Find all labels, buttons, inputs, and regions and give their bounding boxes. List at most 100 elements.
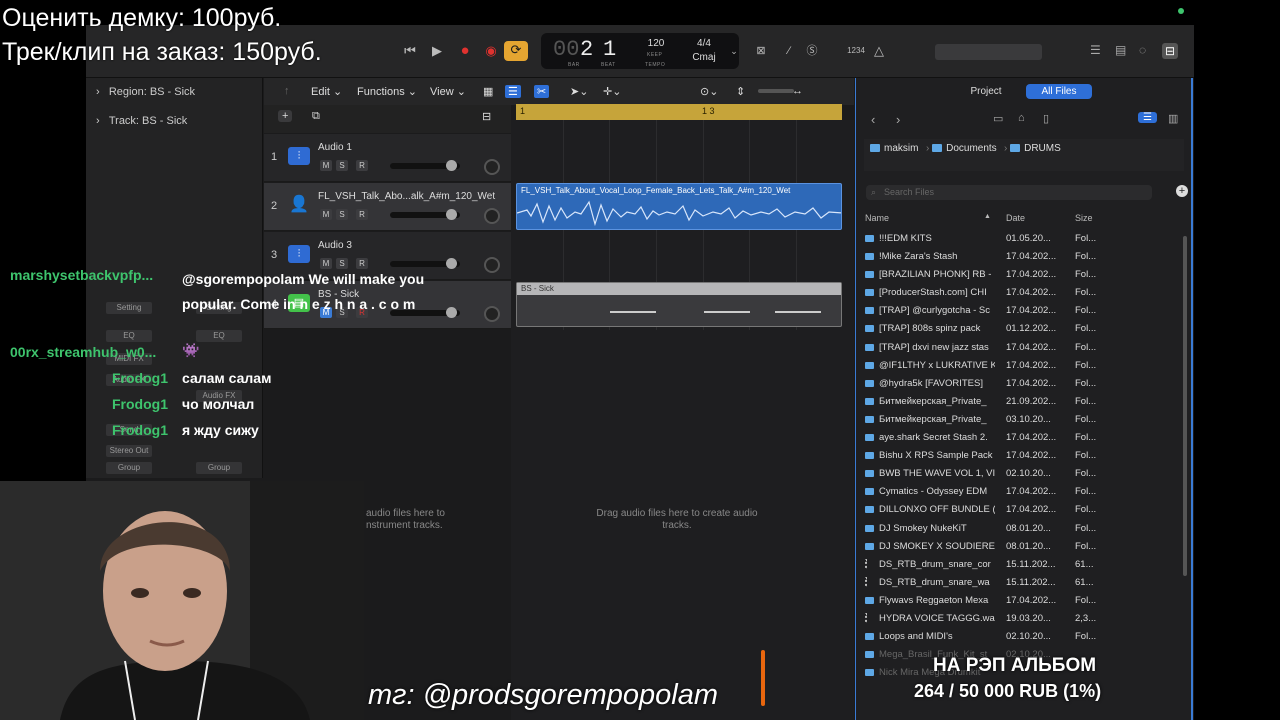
file-row[interactable]: DJ SMOKEY X SOUDIERE 08.01.20... Fol... xyxy=(856,538,1186,556)
sort-asc-icon[interactable]: ▲ xyxy=(984,213,991,220)
eq-button-left[interactable]: EQ xyxy=(106,330,152,342)
back-arrow-icon[interactable]: ↑ xyxy=(284,85,290,97)
list-view-icon[interactable]: ☰ xyxy=(1138,112,1157,123)
catch-icon[interactable]: ✂ xyxy=(534,85,550,98)
stereo-out-button[interactable]: Stereo Out xyxy=(106,445,152,457)
list-editors-icon[interactable]: ☰ xyxy=(1090,43,1101,57)
rewind-button[interactable]: ⏮ xyxy=(401,42,419,60)
track-row[interactable]: 2 👤 FL_VSH_Talk_Abo...alk_A#m_120_Wet M … xyxy=(264,183,511,231)
file-row[interactable]: @hydra5k [FAVORITES] 17.04.202... Fol... xyxy=(856,375,1186,393)
metronome-off-icon[interactable]: ∕ xyxy=(780,42,798,60)
file-row[interactable]: [TRAP] dxvi new jazz stas 17.04.202... Fol… xyxy=(856,339,1186,357)
file-row[interactable]: !!!EDM KITS 01.05.20... Fol... xyxy=(856,230,1186,248)
snap-icon[interactable]: ⊙⌄ xyxy=(700,85,718,98)
midi-region[interactable]: BS - Sick xyxy=(516,282,842,327)
home-icon[interactable]: ⌂ xyxy=(1018,112,1025,124)
track-row[interactable]: 1 ⫶ Audio 1 M S R xyxy=(264,134,511,182)
edit-menu[interactable]: Edit ⌄ xyxy=(311,85,342,98)
tuner-icon[interactable]: ⊠ xyxy=(752,42,770,60)
group-button-right[interactable]: Group xyxy=(196,462,242,474)
mute-button[interactable]: M xyxy=(320,209,332,220)
file-row[interactable]: Bishu X RPS Sample Pack 17.04.202... Fol..… xyxy=(856,447,1186,465)
solo-button[interactable]: S xyxy=(336,160,348,171)
file-row[interactable]: DS_RTB_drum_snare_wa 15.11.202... 61... xyxy=(856,574,1186,592)
breadcrumb-item[interactable]: › Documents xyxy=(926,143,997,154)
computer-icon[interactable]: ▭ xyxy=(993,112,1003,125)
file-row[interactable]: Битмейкерская_Private_ 21.09.202... Fol... xyxy=(856,393,1186,411)
secondary-tool-icon[interactable]: ✛⌄ xyxy=(603,85,621,98)
column-view-icon[interactable]: ▥ xyxy=(1168,112,1178,125)
file-row[interactable]: DILLONXO OFF BUNDLE (17.04.202... Fol... xyxy=(856,501,1186,519)
pan-knob[interactable] xyxy=(484,208,500,224)
breadcrumb-item[interactable]: maksim xyxy=(870,143,918,154)
pointer-tool-icon[interactable]: ➤⌄ xyxy=(570,85,588,98)
pan-knob[interactable] xyxy=(484,159,500,175)
eq-button-right[interactable]: EQ xyxy=(196,330,242,342)
metronome-icon[interactable]: △ xyxy=(870,42,888,60)
loop-browser-icon[interactable]: ◌ xyxy=(1139,43,1146,57)
volume-knob[interactable] xyxy=(446,160,457,171)
breadcrumb-item[interactable]: › DRUMS xyxy=(1004,143,1061,154)
functions-menu[interactable]: Functions ⌄ xyxy=(357,85,417,98)
audio-region[interactable]: FL_VSH_Talk_About_Vocal_Loop_Female_Back… xyxy=(516,183,842,230)
file-row[interactable]: [BRAZILIAN PHONK] RB - 17.04.202... Fol... xyxy=(856,266,1186,284)
solo-button[interactable]: S xyxy=(336,209,348,220)
view-menu[interactable]: View ⌄ xyxy=(430,85,466,98)
add-icon[interactable]: + xyxy=(1176,185,1188,197)
record-enable-button[interactable]: R xyxy=(356,160,368,171)
file-row[interactable]: BWB THE WAVE VOL 1, VI 02.10.20... Fol... xyxy=(856,465,1186,483)
lcd-dropdown-icon[interactable]: ⌄ xyxy=(725,42,743,60)
count-in-button[interactable]: 1234 xyxy=(842,42,870,60)
tab-project[interactable]: Project xyxy=(966,84,1006,99)
col-date[interactable]: Date xyxy=(1006,213,1025,223)
volume-slider[interactable] xyxy=(390,160,460,171)
lcd-display[interactable]: 00 2 1 BAR BEAT 120 KEEP TEMPO 4/4 Cmaj … xyxy=(541,33,739,69)
track-name[interactable]: Audio 1 xyxy=(318,142,352,153)
volume-knob[interactable] xyxy=(446,209,457,220)
browser-toggle-icon[interactable]: ⊟ xyxy=(1162,43,1179,59)
list-view-icon[interactable]: ☰ xyxy=(505,85,521,98)
track-name[interactable]: FL_VSH_Talk_Abo...alk_A#m_120_Wet xyxy=(318,191,495,202)
file-row[interactable]: [TRAP] @curlygotcha - Sc 17.04.202... Fol.… xyxy=(856,302,1186,320)
file-row[interactable]: [ProducerStash.com] CHI 17.04.202... Fol..… xyxy=(856,284,1186,302)
play-button[interactable]: ▶ xyxy=(428,42,446,60)
record-button[interactable]: ● xyxy=(456,42,474,60)
pan-knob[interactable] xyxy=(484,306,500,322)
grid-view-icon[interactable]: ▦ xyxy=(483,85,493,98)
horizontal-zoom-icon[interactable]: ↔ xyxy=(792,85,803,97)
replace-record-button[interactable]: ◉ xyxy=(482,42,500,60)
setting-button-left[interactable]: Setting xyxy=(106,302,152,314)
search-input[interactable]: ⌕ Search Files xyxy=(866,185,1152,200)
ruler[interactable]: 1 1 3 xyxy=(516,104,842,120)
vertical-zoom-icon[interactable]: ⇕ xyxy=(736,85,745,98)
file-row[interactable]: DJ Smokey NukeKiT 08.01.20... Fol... xyxy=(856,520,1186,538)
file-row[interactable]: HYDRA VOICE TAGGG.wa 19.03.20... 2,3... xyxy=(856,610,1186,628)
file-row[interactable]: [TRAP] 808s spinz pack 01.12.202... Fol... xyxy=(856,320,1186,338)
region-disclosure[interactable]: › Region: BS - Sick xyxy=(96,86,195,98)
pan-knob[interactable] xyxy=(484,257,500,273)
file-row[interactable]: Битмейкерская_Private_ 03.10.20... Fol... xyxy=(856,411,1186,429)
back-icon[interactable]: ‹ xyxy=(871,112,875,127)
document-icon[interactable]: ▯ xyxy=(1043,112,1049,125)
file-row[interactable]: !Mike Zara's Stash 17.04.202... Fol... xyxy=(856,248,1186,266)
notepad-icon[interactable]: ▤ xyxy=(1115,43,1126,57)
record-enable-button[interactable]: R xyxy=(356,209,368,220)
file-row[interactable]: Cymatics - Odyssey EDM 17.04.202... Fol... xyxy=(856,483,1186,501)
group-button-left[interactable]: Group xyxy=(106,462,152,474)
global-tracks-icon[interactable]: ⊟ xyxy=(482,110,491,123)
tab-all-files[interactable]: All Files xyxy=(1026,84,1092,99)
forward-icon[interactable]: › xyxy=(896,112,900,127)
add-track-button[interactable]: + xyxy=(278,110,293,122)
vertical-zoom-slider[interactable] xyxy=(758,89,794,93)
file-row[interactable]: @IF1LTHY x LUKRATIVE K 17.04.202... Fol... xyxy=(856,357,1186,375)
cycle-button[interactable]: ⟳ xyxy=(504,41,528,61)
track-name[interactable]: Audio 3 xyxy=(318,240,352,251)
file-row[interactable]: DS_RTB_drum_snare_cor 15.11.202... 61... xyxy=(856,556,1186,574)
track-disclosure[interactable]: › Track: BS - Sick xyxy=(96,115,187,127)
file-row[interactable]: aye.shark Secret Stash 2. 17.04.202... Fol… xyxy=(856,429,1186,447)
solo-icon[interactable]: Ⓢ xyxy=(803,42,821,60)
col-name[interactable]: Name xyxy=(865,213,889,223)
mute-button[interactable]: M xyxy=(320,160,332,171)
duplicate-track-icon[interactable]: ⧉ xyxy=(312,110,320,123)
col-size[interactable]: Size xyxy=(1075,213,1093,223)
